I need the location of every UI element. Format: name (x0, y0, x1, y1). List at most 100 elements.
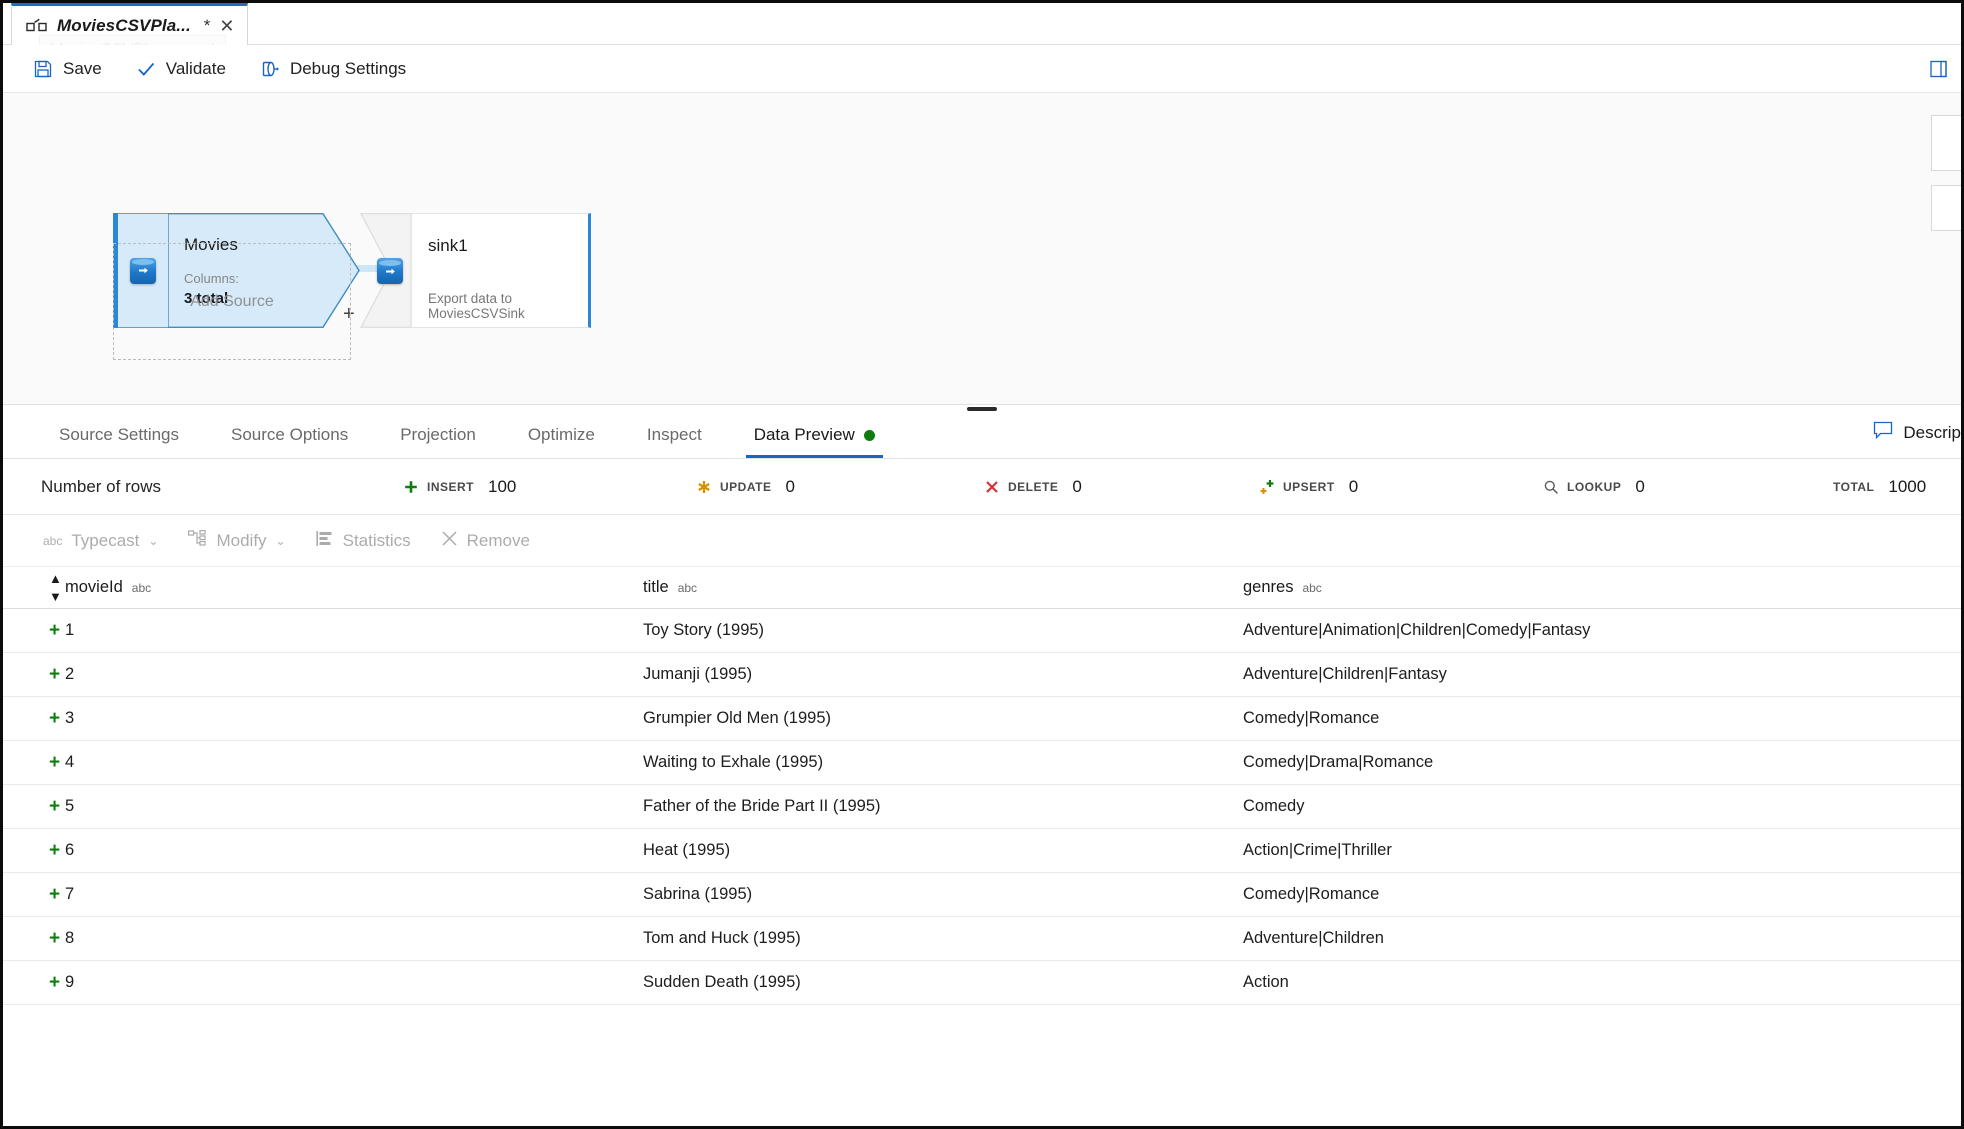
canvas-edge-chip-top[interactable] (1931, 115, 1961, 171)
tab-inspect[interactable]: Inspect (621, 425, 728, 458)
row-insert-marker: + (3, 841, 65, 861)
tab-source-options[interactable]: Source Options (205, 425, 374, 458)
statistics-button[interactable]: Statistics (316, 530, 411, 552)
row-insert-marker: + (3, 973, 65, 993)
save-label: Save (63, 58, 102, 78)
row-insert-marker: + (3, 885, 65, 905)
cell-movieid: 2 (65, 665, 75, 683)
column-header-movieid-label: movieId (65, 578, 123, 596)
stat-lookup-label: LOOKUP (1567, 479, 1622, 494)
cross-icon (984, 479, 1000, 495)
column-header-movieid[interactable]: movieId abc (65, 578, 643, 597)
cell-title: Toy Story (1995) (643, 621, 765, 639)
column-type-title: abc (677, 581, 698, 595)
row-count-stats: Number of rows INSERT 100 UPDATE 0 DELET… (3, 459, 1961, 515)
data-preview-grid: ▲ ▼ movieId abc title abc genres abc +1 To… (3, 567, 1961, 1005)
column-header-title-label: title (643, 578, 669, 596)
table-row[interactable]: +6 Heat (1995) Action|Crime|Thriller (3, 829, 1961, 873)
tab-source-settings[interactable]: Source Settings (33, 425, 205, 458)
sink-node-sink1[interactable]: sink1 Export data to MoviesCSVSink (360, 213, 591, 328)
debug-settings-button[interactable]: Debug Settings (260, 59, 406, 79)
table-row[interactable]: +7 Sabrina (1995) Comedy|Romance (3, 873, 1961, 917)
plus-icon: + (49, 883, 61, 905)
validate-button[interactable]: Validate (136, 59, 226, 79)
plus-icon: + (49, 751, 61, 773)
remove-button[interactable]: Remove (441, 530, 530, 552)
tab-optimize-label: Optimize (527, 425, 595, 444)
stat-delete-label: DELETE (1008, 479, 1059, 494)
tab-optimize[interactable]: Optimize (502, 425, 621, 458)
typecast-button[interactable]: abc Typecast ⌄ (43, 531, 158, 551)
modify-label: Modify (216, 530, 267, 550)
description-button[interactable]: Descrip (1873, 421, 1961, 445)
upsert-icon (1259, 479, 1275, 495)
checkmark-icon (136, 59, 156, 79)
table-row[interactable]: +4 Waiting to Exhale (1995) Comedy|Drama|R… (3, 741, 1961, 785)
tab-data-preview-label: Data Preview (753, 425, 855, 444)
column-header-title[interactable]: title abc (643, 578, 1243, 597)
cell-title: Jumanji (1995) (643, 665, 753, 683)
table-row[interactable]: +3 Grumpier Old Men (1995) Comedy|Romance (3, 697, 1961, 741)
column-type-movieid: abc (131, 581, 152, 595)
chevron-down-icon: ⌄ (275, 533, 286, 548)
row-insert-marker: + (3, 709, 65, 729)
cell-genres: Comedy|Romance (1243, 885, 1380, 903)
cell-genres: Adventure|Children (1243, 929, 1384, 947)
dataflow-canvas[interactable]: Movies Columns: 3 total + sink1 Export d… (3, 93, 1961, 405)
close-icon[interactable]: ✕ (219, 17, 234, 35)
comment-icon (1873, 421, 1893, 445)
cell-title: Sudden Death (1995) (643, 973, 801, 991)
cell-genres: Action|Crime|Thriller (1243, 841, 1392, 859)
modify-icon (188, 529, 207, 552)
tab-movies-csv-playground[interactable]: MoviesCSVPla... * ✕ (11, 3, 248, 45)
plus-icon: + (49, 707, 61, 729)
cell-title: Tom and Huck (1995) (643, 929, 801, 947)
canvas-edge-chip-bottom[interactable] (1931, 185, 1961, 231)
statistics-label: Statistics (342, 530, 411, 550)
table-row[interactable]: +9 Sudden Death (1995) Action (3, 961, 1961, 1005)
plus-icon: + (49, 927, 61, 949)
table-row[interactable]: +5 Father of the Bride Part II (1995) Come… (3, 785, 1961, 829)
cell-movieid: 6 (65, 841, 75, 859)
modify-button[interactable]: Modify ⌄ (188, 529, 286, 552)
stat-update-value: 0 (785, 476, 795, 496)
plus-icon (403, 479, 419, 495)
cell-movieid: 5 (65, 797, 75, 815)
sort-updown-icon: ▲ ▼ (49, 570, 62, 604)
plus-icon: + (49, 663, 61, 685)
tab-source-settings-label: Source Settings (59, 425, 180, 444)
stat-update: UPDATE 0 (696, 477, 795, 497)
column-header-genres[interactable]: genres abc (1243, 578, 1961, 597)
debug-settings-label: Debug Settings (289, 58, 407, 78)
column-header-genres-label: genres (1243, 578, 1294, 596)
stat-delete-value: 0 (1072, 476, 1082, 496)
chevron-down-icon: ⌄ (148, 533, 159, 548)
stat-delete: DELETE 0 (984, 477, 1082, 497)
stat-update-label: UPDATE (720, 479, 772, 494)
cell-movieid: 3 (65, 709, 75, 727)
save-button[interactable]: Save (33, 59, 102, 79)
cell-genres: Comedy (1243, 797, 1305, 815)
cell-movieid: 4 (65, 753, 75, 771)
remove-label: Remove (466, 530, 530, 550)
cell-genres: Action (1243, 973, 1289, 991)
cell-genres: Comedy|Romance (1243, 709, 1380, 727)
save-icon (33, 59, 53, 79)
stat-upsert: UPSERT 0 (1259, 477, 1358, 497)
grid-header-row: ▲ ▼ movieId abc title abc genres abc (3, 567, 1961, 609)
tab-projection[interactable]: Projection (374, 425, 502, 458)
validate-label: Validate (165, 58, 226, 78)
tab-data-preview[interactable]: Data Preview (728, 425, 901, 458)
dataflow-icon (26, 18, 48, 34)
tab-dirty-indicator: * (203, 15, 211, 35)
cell-movieid: 8 (65, 929, 75, 947)
cell-title: Father of the Bride Part II (1995) (643, 797, 881, 815)
table-row[interactable]: +1 Toy Story (1995) Adventure|Animation|Ch… (3, 609, 1961, 653)
stat-total-value: 1000 (1888, 476, 1927, 496)
table-row[interactable]: +2 Jumanji (1995) Adventure|Children|Fanta… (3, 653, 1961, 697)
table-row[interactable]: +8 Tom and Huck (1995) Adventure|Children (3, 917, 1961, 961)
grid-sort-toggle[interactable]: ▲ ▼ (3, 570, 65, 606)
panel-toggle-icon[interactable] (1929, 59, 1949, 84)
add-source-placeholder[interactable]: Add Source (113, 243, 351, 360)
row-insert-marker: + (3, 797, 65, 817)
